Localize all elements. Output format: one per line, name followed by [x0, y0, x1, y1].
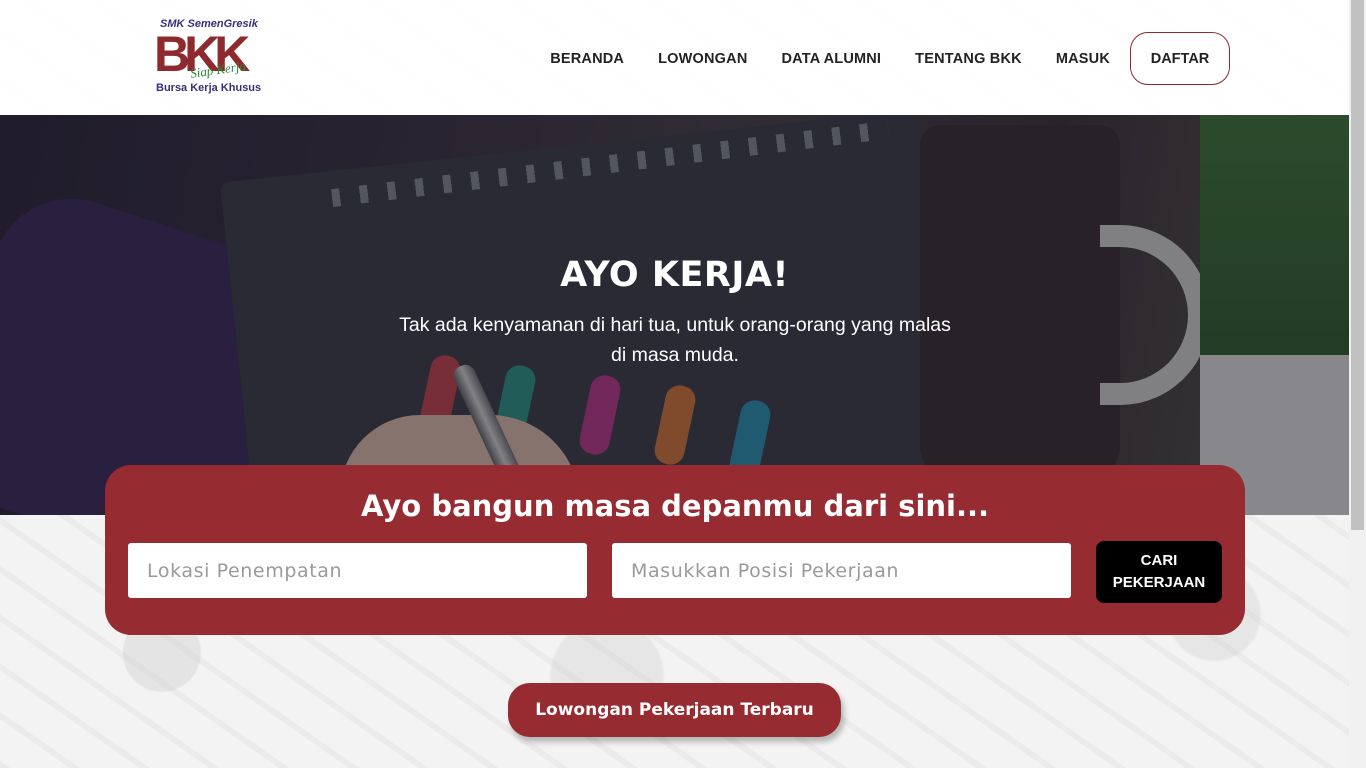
register-button[interactable]: DAFTAR: [1130, 32, 1230, 85]
page-scrollbar[interactable]: [1349, 0, 1366, 768]
scrollbar-thumb[interactable]: [1351, 0, 1364, 530]
hero-banner: AYO KERJA! Tak ada kenyamanan di hari tu…: [0, 115, 1349, 515]
site-header: SMK SemenGresik BKK Siap Kerja Bursa Ker…: [0, 0, 1349, 115]
nav-beranda[interactable]: BERANDA: [550, 51, 624, 67]
main-nav: BERANDA LOWONGAN DATA ALUMNI TENTANG BKK…: [550, 32, 1230, 85]
job-search-card: Ayo bangun masa depanmu dari sini... CAR…: [105, 465, 1245, 635]
search-jobs-button[interactable]: CARI PEKERJAAN: [1096, 541, 1222, 603]
hero-title: AYO KERJA!: [560, 255, 789, 295]
position-input[interactable]: [612, 543, 1071, 598]
nav-lowongan[interactable]: LOWONGAN: [658, 51, 747, 67]
logo-subtitle: Bursa Kerja Khusus: [156, 82, 262, 94]
nav-masuk[interactable]: MASUK: [1056, 51, 1110, 67]
location-input[interactable]: [128, 543, 587, 598]
hero-subtitle: Tak ada kenyamanan di hari tua, untuk or…: [399, 314, 951, 366]
nav-data-alumni[interactable]: DATA ALUMNI: [782, 51, 882, 67]
search-title: Ayo bangun masa depanmu dari sini...: [360, 489, 990, 523]
latest-jobs-button[interactable]: Lowongan Pekerjaan Terbaru: [508, 683, 841, 737]
bkk-logo[interactable]: SMK SemenGresik BKK Siap Kerja Bursa Ker…: [154, 18, 261, 98]
nav-tentang-bkk[interactable]: TENTANG BKK: [915, 51, 1022, 67]
